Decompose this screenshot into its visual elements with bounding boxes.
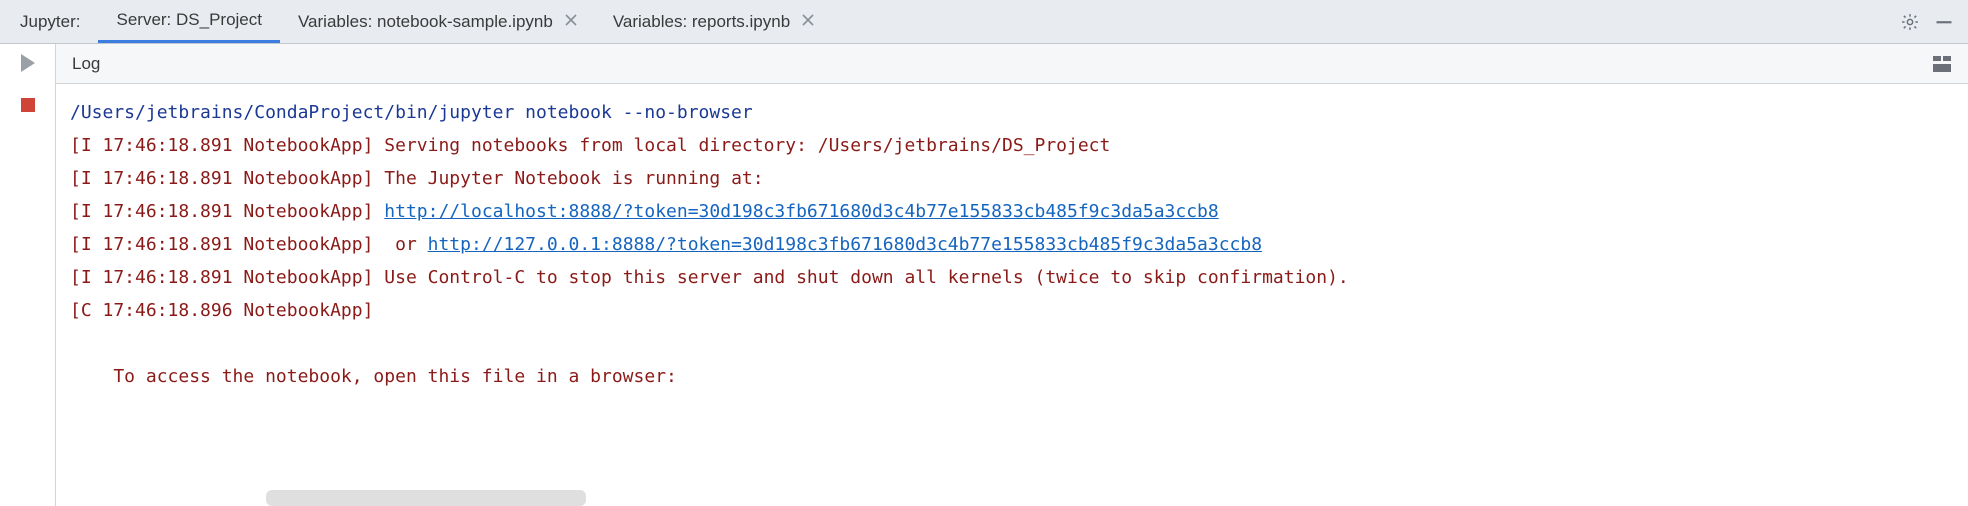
log-title: Log <box>72 54 100 74</box>
layout-settings-icon[interactable] <box>1932 54 1952 74</box>
console-line: [I 17:46:18.891 NotebookApp] Use Control… <box>70 267 1349 288</box>
tool-window-title: Jupyter: <box>0 0 98 43</box>
console-line: To access the notebook, open this file i… <box>70 366 677 387</box>
tab-label: Variables: reports.ipynb <box>613 12 790 32</box>
tab-server[interactable]: Server: DS_Project <box>98 0 280 43</box>
horizontal-scrollbar[interactable] <box>266 490 586 506</box>
minimize-icon[interactable] <box>1934 12 1954 32</box>
log-pane: Log /Users/jetbrains/CondaProject/bin/ju… <box>56 44 1968 506</box>
gear-icon[interactable] <box>1900 12 1920 32</box>
console-output[interactable]: /Users/jetbrains/CondaProject/bin/jupyte… <box>56 84 1968 506</box>
console-line: [I 17:46:18.891 NotebookApp] The Jupyter… <box>70 168 764 189</box>
header-actions <box>1900 0 1968 43</box>
tool-window-header: Jupyter: Server: DS_Project Variables: n… <box>0 0 1968 44</box>
gutter-toolbar <box>0 44 56 506</box>
tab-variables-reports[interactable]: Variables: reports.ipynb <box>595 0 832 43</box>
close-icon[interactable] <box>565 13 577 30</box>
console-line: /Users/jetbrains/CondaProject/bin/jupyte… <box>70 102 753 123</box>
server-url-link-alt[interactable]: http://127.0.0.1:8888/?token=30d198c3fb6… <box>428 234 1262 255</box>
console-line: [I 17:46:18.891 NotebookApp] <box>70 201 384 222</box>
console-line: [I 17:46:18.891 NotebookApp] Serving not… <box>70 135 1110 156</box>
stop-icon[interactable] <box>21 98 35 112</box>
tab-variables-notebook-sample[interactable]: Variables: notebook-sample.ipynb <box>280 0 595 43</box>
console-line: [C 17:46:18.896 NotebookApp] <box>70 300 373 321</box>
tab-label: Variables: notebook-sample.ipynb <box>298 12 553 32</box>
run-icon[interactable] <box>21 54 35 72</box>
tab-label: Server: DS_Project <box>116 10 262 30</box>
close-icon[interactable] <box>802 13 814 30</box>
console-line: [I 17:46:18.891 NotebookApp] or <box>70 234 428 255</box>
body: Log /Users/jetbrains/CondaProject/bin/ju… <box>0 44 1968 506</box>
server-url-link[interactable]: http://localhost:8888/?token=30d198c3fb6… <box>384 201 1218 222</box>
log-header: Log <box>56 44 1968 84</box>
